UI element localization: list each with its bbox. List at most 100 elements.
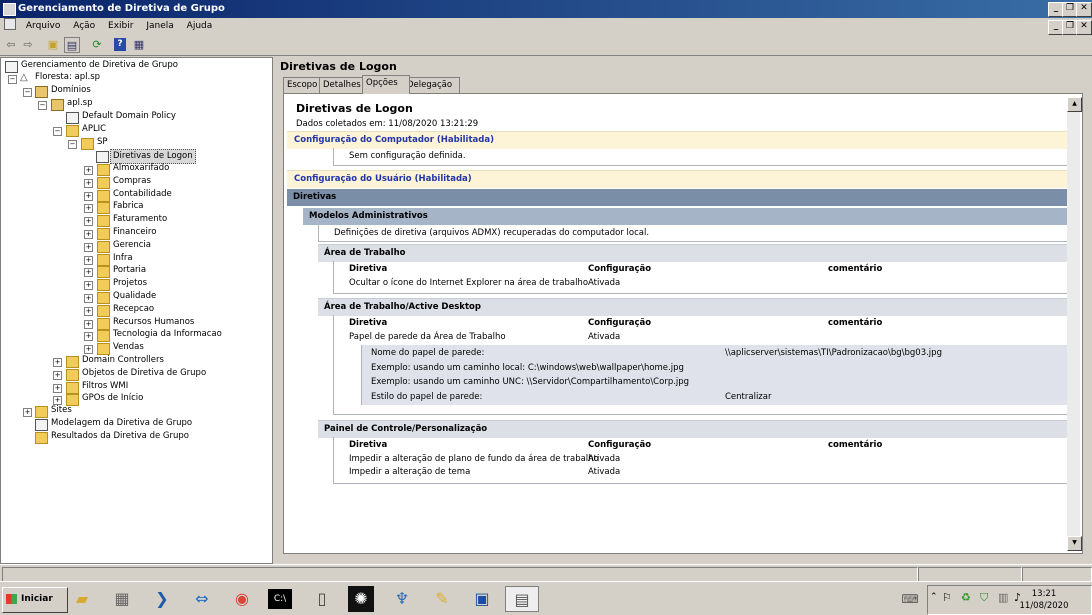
device-icon[interactable]: ▯ <box>308 586 336 612</box>
expand-icon[interactable]: + <box>84 319 93 329</box>
document-icon[interactable] <box>4 18 16 30</box>
flag-icon[interactable]: ⚐ <box>942 591 952 604</box>
tab-delegacao[interactable]: Delegação <box>403 77 460 93</box>
expand-icon[interactable]: + <box>84 255 93 265</box>
remote-desktop-icon[interactable]: ▣ <box>468 586 496 612</box>
collapse-icon[interactable]: − <box>8 75 17 84</box>
expand-icon[interactable]: + <box>84 332 93 342</box>
desktop-section-header[interactable]: Área de Trabalho <box>318 244 1067 262</box>
tree-domain-item[interactable]: Objetos de Diretiva de Grupo <box>82 367 206 380</box>
tree-domain-item[interactable]: Domain Controllers <box>82 354 164 367</box>
menu-exibir[interactable]: Exibir <box>103 18 138 34</box>
tray-expand-icon[interactable]: ⌃ <box>930 592 938 602</box>
expand-icon[interactable]: + <box>53 358 62 367</box>
file-explorer-icon[interactable]: ▰ <box>68 586 96 612</box>
gpmc-app-icon[interactable] <box>3 3 16 16</box>
expand-icon[interactable]: + <box>84 166 93 175</box>
expand-icon[interactable]: + <box>84 204 93 214</box>
tree-ou-item[interactable]: Infra <box>113 252 133 265</box>
vertical-scrollbar[interactable]: ▲ ▼ <box>1067 97 1082 551</box>
expand-icon[interactable]: + <box>84 242 93 252</box>
tree-ou-item[interactable]: Vendas <box>113 341 144 354</box>
pencil-icon[interactable]: ✎ <box>428 586 456 612</box>
expand-icon[interactable]: + <box>84 294 93 303</box>
admin-templates-bar[interactable]: Modelos Administrativos <box>303 208 1067 225</box>
computer-config-header[interactable]: Configuração do Computador (Habilitada) <box>287 131 1067 149</box>
security-icon[interactable]: ⛉ <box>980 591 988 605</box>
tree-ou-item[interactable]: Tecnologia da Informacao <box>113 328 222 341</box>
collapse-icon[interactable]: − <box>23 88 32 97</box>
start-button[interactable]: Iniciar <box>2 587 68 613</box>
tree-ou-item[interactable]: Recepcao <box>113 303 154 316</box>
collapse-icon[interactable]: − <box>38 101 47 110</box>
expand-icon[interactable]: + <box>23 408 32 417</box>
menu-janela[interactable]: Janela <box>141 18 178 34</box>
tree-ou-item[interactable]: Faturamento <box>113 213 167 226</box>
teamviewer-icon[interactable]: ⇔ <box>188 586 216 612</box>
gpmc-taskbar-icon[interactable]: ▤ <box>505 586 539 612</box>
tree-default-policy[interactable]: Default Domain Policy <box>82 110 176 123</box>
properties-icon[interactable]: ▦ <box>131 37 147 53</box>
powershell-icon[interactable]: ❯ <box>148 586 176 612</box>
tree-aplic[interactable]: APLIC <box>82 123 106 136</box>
expand-icon[interactable]: + <box>84 191 93 201</box>
scroll-down-icon[interactable]: ▼ <box>1067 536 1082 551</box>
expand-icon[interactable]: + <box>53 383 62 393</box>
refresh-icon[interactable]: ⟳ <box>89 37 105 53</box>
sync-icon[interactable]: ♻ <box>961 591 971 604</box>
keyboard-icon[interactable]: ⌨ <box>900 586 920 612</box>
tree-results[interactable]: Resultados da Diretiva de Grupo <box>51 430 189 443</box>
collapse-icon[interactable]: − <box>68 140 77 149</box>
forward-arrow-icon[interactable]: ⇨ <box>20 37 36 53</box>
tree-ou-item[interactable]: Qualidade <box>113 290 156 303</box>
tree-ou-item[interactable]: Portaria <box>113 264 146 277</box>
expand-icon[interactable]: + <box>84 268 93 278</box>
menu-arquivo[interactable]: Arquivo <box>21 18 65 34</box>
tree-ou-item[interactable]: Compras <box>113 175 151 188</box>
close-button[interactable]: ✕ <box>1076 2 1092 17</box>
back-arrow-icon[interactable]: ⇦ <box>3 37 19 53</box>
tree-ou-item[interactable]: Financeiro <box>113 226 156 239</box>
expand-icon[interactable]: + <box>84 345 93 355</box>
menu-acao[interactable]: Ação <box>68 18 100 34</box>
menu-ajuda[interactable]: Ajuda <box>182 18 218 34</box>
tree-ou-item[interactable]: Contabilidade <box>113 188 172 201</box>
tree-ou-item[interactable]: Gerencia <box>113 239 151 252</box>
title-bar[interactable]: Gerenciamento de Diretiva de Grupo _ ❐ ✕ <box>0 0 1092 18</box>
tree-ou-item[interactable]: Recursos Humanos <box>113 316 194 329</box>
tree-domain-item[interactable]: GPOs de Início <box>82 392 143 405</box>
expand-icon[interactable]: + <box>84 230 93 239</box>
network-icon[interactable]: ♆ <box>388 586 416 612</box>
show-hide-tree-icon[interactable]: ▤ <box>64 37 80 53</box>
network-status-icon[interactable]: ▥ <box>998 591 1008 604</box>
tree-ou-item[interactable]: Fabrica <box>113 200 143 213</box>
server-manager-icon[interactable]: ▦ <box>108 586 136 612</box>
expand-icon[interactable]: + <box>53 396 62 406</box>
tree-domain[interactable]: apl.sp <box>67 97 93 110</box>
tree-modeling[interactable]: Modelagem da Diretiva de Grupo <box>51 417 192 430</box>
tab-opcoes[interactable]: Opções <box>362 75 410 94</box>
clock-time[interactable]: 13:21 <box>1019 589 1069 599</box>
tree-forest[interactable]: Floresta: apl.sp <box>35 71 100 84</box>
tree-ou-item[interactable]: Projetos <box>113 277 147 290</box>
child-close-button[interactable]: ✕ <box>1076 20 1092 35</box>
expand-icon[interactable]: + <box>84 217 93 227</box>
expand-icon[interactable]: + <box>53 370 62 380</box>
tree-domain-item[interactable]: Filtros WMI <box>82 380 128 393</box>
expand-icon[interactable]: + <box>84 306 93 316</box>
up-folder-icon[interactable]: ▣ <box>45 37 61 53</box>
chrome-icon[interactable]: ◉ <box>228 586 256 612</box>
active-desktop-section-header[interactable]: Área de Trabalho/Active Desktop <box>318 298 1067 316</box>
collapse-icon[interactable]: − <box>53 127 62 136</box>
tree-ou-item[interactable]: Almoxarifado <box>113 162 169 175</box>
scroll-up-icon[interactable]: ▲ <box>1067 97 1082 112</box>
aperture-icon[interactable]: ✺ <box>348 586 374 612</box>
tree-domains[interactable]: Domínios <box>51 84 91 97</box>
command-prompt-icon[interactable]: C:\ <box>268 589 292 609</box>
policies-bar[interactable]: Diretivas <box>287 189 1067 206</box>
user-config-header[interactable]: Configuração do Usuário (Habilitada) <box>287 170 1067 188</box>
expand-icon[interactable]: + <box>84 281 93 291</box>
control-panel-section-header[interactable]: Painel de Controle/Personalização <box>318 420 1067 438</box>
expand-icon[interactable]: + <box>84 178 93 188</box>
help-icon[interactable]: ? <box>114 38 126 51</box>
